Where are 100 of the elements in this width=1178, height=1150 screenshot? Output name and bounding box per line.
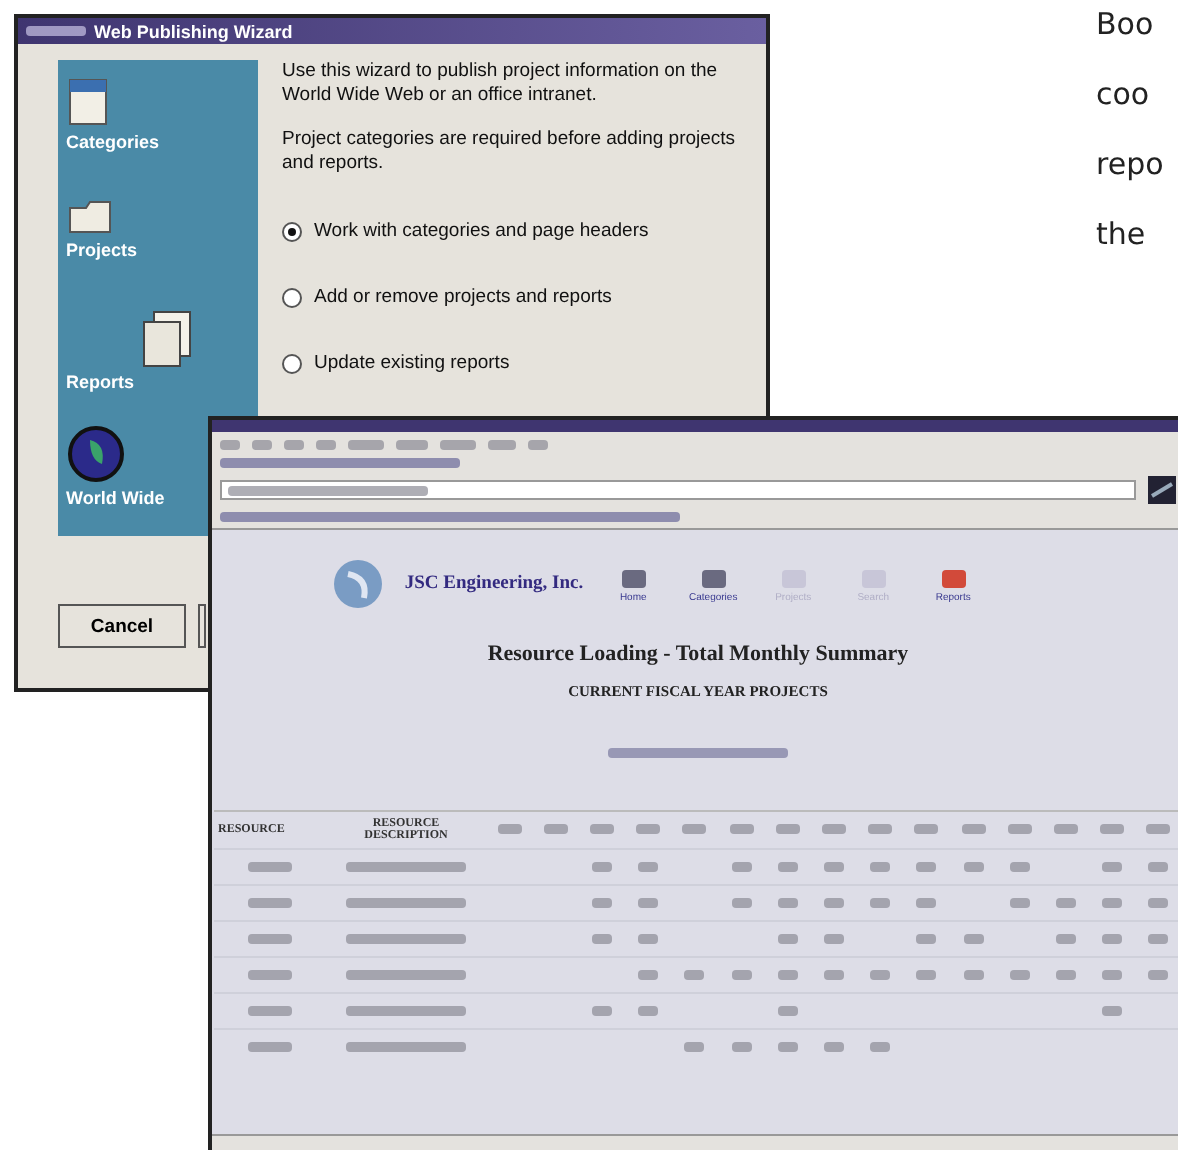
blurred-text-drawing: [528, 440, 548, 450]
blurred-text-drawing: [1102, 862, 1123, 872]
blurred-text-drawing: [916, 898, 937, 908]
blurred-text-drawing: [248, 934, 292, 944]
step-label: World Wide: [66, 488, 165, 508]
blurred-text-drawing: [682, 824, 707, 834]
step-label: Reports: [66, 372, 135, 392]
blurred-text-drawing: [1009, 862, 1030, 872]
article-text: repo: [1096, 144, 1164, 186]
blurred-text-drawing: [1053, 824, 1078, 834]
blurred-text-drawing: [248, 898, 292, 908]
blurred-text-drawing: [589, 824, 614, 834]
blurred-text-drawing: [823, 1042, 844, 1052]
blurred-text-drawing: [961, 824, 986, 834]
blurred-text-drawing: [777, 1042, 798, 1052]
blurred-text-drawing: [591, 934, 612, 944]
blurred-text-drawing: [731, 898, 752, 908]
blurred-text-drawing: [638, 862, 659, 872]
blurred-text-drawing: [1102, 898, 1123, 908]
blurred-text-drawing: [870, 898, 891, 908]
blurred-text-drawing: [916, 862, 937, 872]
blurred-text-drawing: [440, 440, 476, 450]
blurred-text-drawing: [777, 898, 798, 908]
blurred-text-drawing: [638, 970, 659, 980]
blurred-text-drawing: [729, 824, 754, 834]
blurred-text-drawing: [1102, 1006, 1123, 1016]
blurred-text-drawing: [346, 862, 466, 872]
toolbar-icon: [699, 565, 728, 589]
blurred-text-drawing: [638, 934, 659, 944]
blurred-text-drawing: [248, 1006, 292, 1016]
blurred-text-drawing: [823, 862, 844, 872]
blurred-text-drawing: [963, 934, 984, 944]
blurred-text-drawing: [870, 862, 891, 872]
blurred-text-drawing: [248, 862, 292, 872]
window-title: Web Publishing Wizard: [94, 21, 293, 41]
note-text: Project categories are required before adding projects and reports.: [282, 128, 738, 176]
report-title: Resource Loading - Total Monthly Summary: [487, 642, 909, 666]
blurred-text-drawing: [870, 970, 891, 980]
radio-option[interactable]: Work with categories and page headers: [282, 220, 752, 242]
blurred-text-drawing: [821, 824, 846, 834]
blurred-text-drawing: [1148, 862, 1169, 872]
blurred-text-drawing: [638, 898, 659, 908]
blurred-text-drawing: [346, 934, 466, 944]
logo-icon: [1148, 476, 1176, 504]
scroll-bar[interactable]: [212, 1134, 1178, 1150]
cancel-button[interactable]: Cancel: [58, 604, 186, 648]
blurred-text-drawing: [591, 1006, 612, 1016]
blurred-text-drawing: [777, 1006, 798, 1016]
blurred-text-drawing: [1055, 934, 1076, 944]
document-icon: [66, 76, 110, 128]
blurred-text-drawing: [1102, 934, 1123, 944]
blurred-text-drawing: [497, 824, 522, 834]
article-text: coo: [1096, 74, 1152, 116]
blurred-text-drawing: [1100, 824, 1125, 834]
globe-icon: [332, 558, 385, 610]
toolbar-icon: [619, 565, 648, 589]
blurred-text-drawing: [1007, 824, 1032, 834]
blurred-text-drawing: [868, 824, 893, 834]
blurred-text-drawing: [636, 824, 661, 834]
article-text: Boo: [1096, 4, 1156, 46]
blurred-text-drawing: [346, 898, 466, 908]
blurred-text-drawing: [963, 862, 984, 872]
blurred-text-drawing: [731, 970, 752, 980]
step-label: Categories: [66, 132, 160, 152]
blurred-text-drawing: [1148, 898, 1169, 908]
blurred-text-drawing: [591, 898, 612, 908]
blurred-text-drawing: [543, 824, 568, 834]
company-name: JSC Engineering, Inc.: [404, 574, 584, 594]
blurred-text-drawing: [823, 934, 844, 944]
blurred-text-drawing: [777, 970, 798, 980]
blurred-text-drawing: [488, 440, 516, 450]
blurred-text-drawing: [777, 934, 798, 944]
blurred-text-drawing: [346, 1042, 466, 1052]
article-text: the: [1096, 214, 1148, 256]
blurred-text-drawing: [346, 1006, 466, 1016]
blurred-text-drawing: [823, 898, 844, 908]
blurred-text-drawing: [396, 440, 428, 450]
blurred-text-drawing: [248, 1042, 292, 1052]
blurred-text-drawing: [963, 970, 984, 980]
button[interactable]: [198, 604, 206, 648]
blurred-text-drawing: [916, 934, 937, 944]
globe-icon: [66, 424, 126, 484]
blurred-text-drawing: [1009, 898, 1030, 908]
address-field[interactable]: [220, 480, 1136, 500]
blurred-text-drawing: [1148, 970, 1169, 980]
blurred-text-drawing: [1009, 970, 1030, 980]
radio-option[interactable]: Add or remove projects and reports: [282, 286, 752, 308]
blurred-text-drawing: [591, 862, 612, 872]
blurred-text-drawing: [684, 970, 705, 980]
blurred-text-drawing: [1146, 824, 1171, 834]
blurred-text-drawing: [1102, 970, 1123, 980]
blurred-text-drawing: [1055, 970, 1076, 980]
blurred-text-drawing: [823, 970, 844, 980]
radio-option[interactable]: Update existing reports: [282, 352, 752, 374]
blurred-text-drawing: [731, 862, 752, 872]
blurred-text-drawing: [684, 1042, 705, 1052]
blurred-text-drawing: [1148, 934, 1169, 944]
blurred-text-drawing: [777, 862, 798, 872]
blurred-text-drawing: [346, 970, 466, 980]
blurred-text-drawing: [916, 970, 937, 980]
